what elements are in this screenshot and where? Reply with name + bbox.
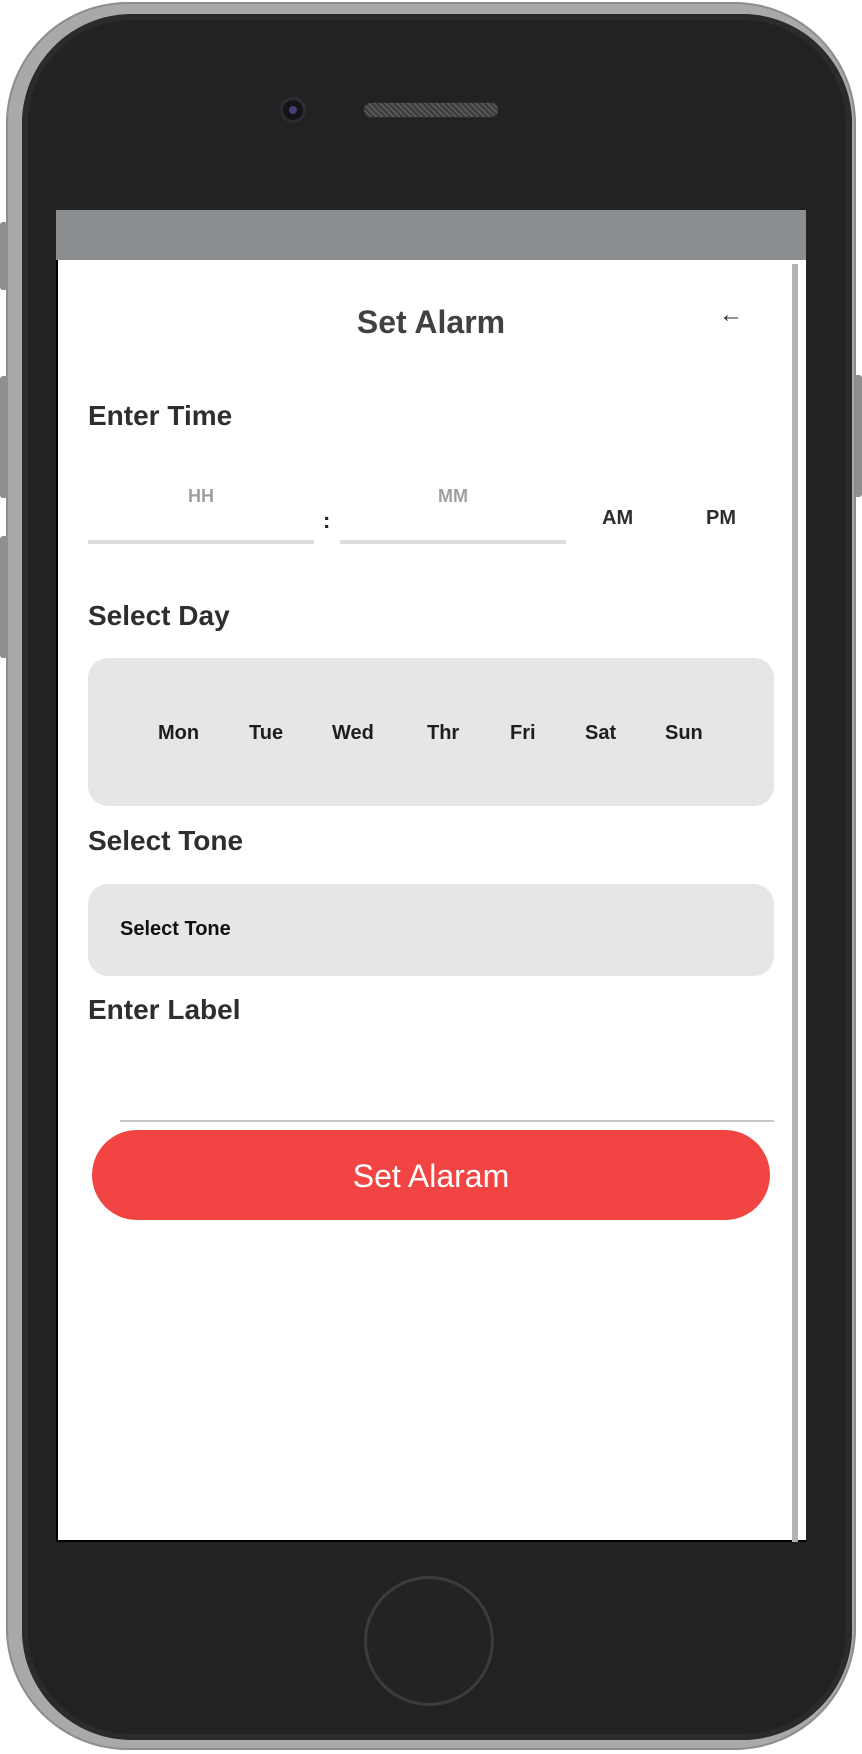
earpiece-speaker bbox=[364, 103, 498, 117]
minute-input[interactable] bbox=[340, 478, 566, 540]
screen-edge bbox=[56, 260, 58, 1542]
day-selector: Mon Tue Wed Thr Fri Sat Sun bbox=[88, 658, 774, 806]
label-field-wrap bbox=[120, 1050, 778, 1122]
set-alarm-button[interactable]: Set Alaram bbox=[92, 1130, 770, 1220]
hour-input[interactable] bbox=[88, 478, 314, 540]
minute-field-wrap bbox=[340, 478, 566, 544]
home-button bbox=[364, 1576, 494, 1706]
screen-edge-bottom bbox=[56, 1540, 806, 1542]
day-sun[interactable]: Sun bbox=[665, 722, 703, 745]
day-mon[interactable]: Mon bbox=[158, 722, 199, 745]
scrollbar[interactable] bbox=[792, 264, 798, 1542]
hour-field-wrap bbox=[88, 478, 314, 544]
day-wed[interactable]: Wed bbox=[332, 722, 374, 745]
label-input[interactable] bbox=[120, 1050, 778, 1122]
back-arrow-icon[interactable]: ← bbox=[714, 298, 748, 332]
app-screen: Set Alarm ← Enter Time : AM PM Select Da… bbox=[56, 210, 806, 1542]
day-tue[interactable]: Tue bbox=[249, 722, 283, 745]
select-day-heading: Select Day bbox=[88, 600, 230, 631]
am-toggle[interactable]: AM bbox=[602, 507, 633, 530]
day-thr[interactable]: Thr bbox=[427, 722, 459, 745]
day-fri[interactable]: Fri bbox=[510, 722, 536, 745]
pm-toggle[interactable]: PM bbox=[706, 507, 736, 530]
enter-label-heading: Enter Label bbox=[88, 994, 241, 1025]
front-camera bbox=[280, 97, 306, 123]
select-tone-heading: Select Tone bbox=[88, 825, 244, 856]
tone-dropdown[interactable]: Select Tone bbox=[88, 884, 774, 976]
enter-time-heading: Enter Time bbox=[88, 400, 233, 431]
status-bar bbox=[56, 210, 806, 260]
time-separator: : bbox=[323, 508, 331, 533]
tone-dropdown-value: Select Tone bbox=[120, 918, 231, 940]
day-sat[interactable]: Sat bbox=[585, 722, 616, 745]
page-title: Set Alarm bbox=[356, 304, 506, 340]
